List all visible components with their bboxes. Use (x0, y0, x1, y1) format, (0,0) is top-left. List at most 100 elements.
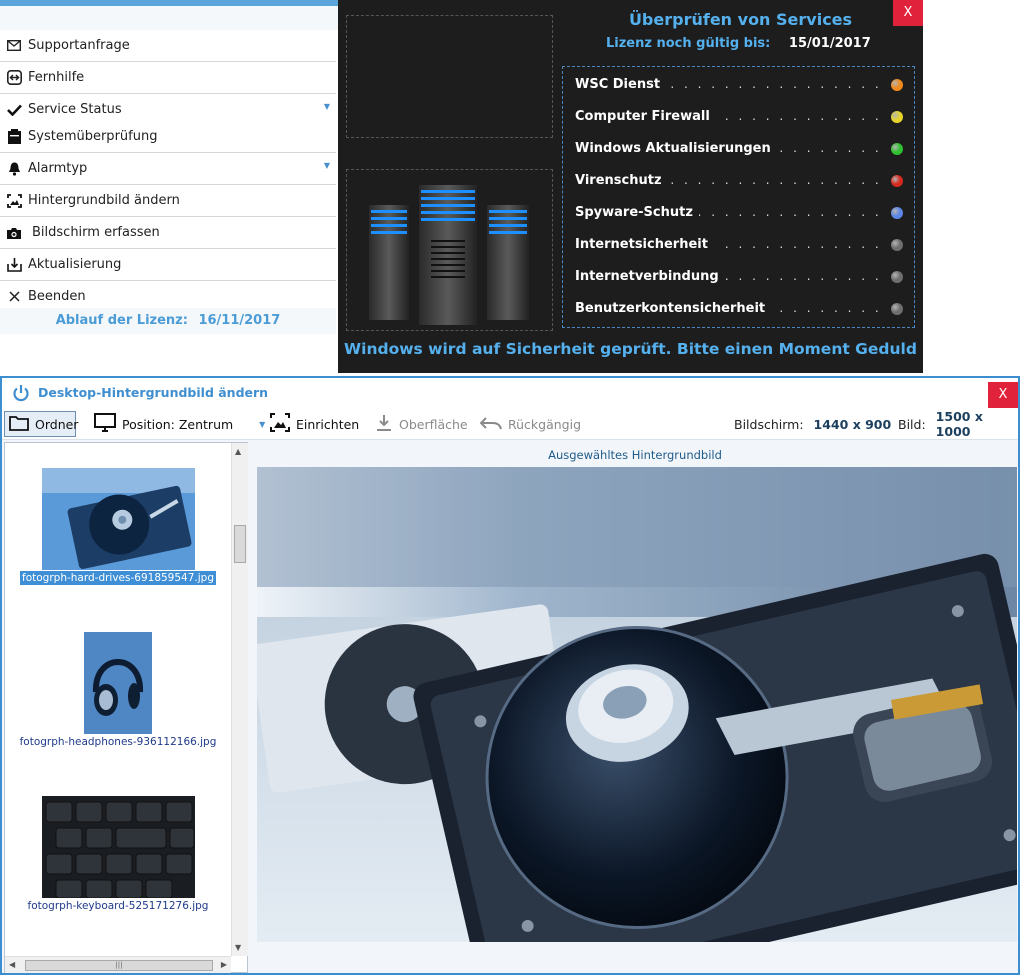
service-row-virus: Virenschutz . . . . . . . . . . . . . . … (575, 169, 905, 193)
menu-item-hintergrundbild[interactable]: Hintergrundbild ändern (0, 184, 336, 216)
status-led (891, 111, 903, 123)
checkmark-icon (0, 104, 28, 116)
toolbar: Ordner Position: Zentrum ▼ Einrichten Ob… (2, 408, 1018, 440)
service-name: WSC Dienst (575, 77, 667, 92)
status-led (891, 303, 903, 315)
folder-label: Ordner (35, 416, 79, 432)
license-expiry-date: 16/11/2017 (198, 313, 281, 328)
wallpaper-preview (257, 467, 1017, 942)
server-image-panel (346, 169, 553, 331)
status-led (891, 175, 903, 187)
service-list: WSC Dienst . . . . . . . . . . . . . . .… (562, 66, 915, 328)
menu-item-bildschirm-erfassen[interactable]: Bildschirm erfassen (0, 216, 336, 248)
position-dropdown[interactable]: Position: Zentrum ▼ (94, 411, 265, 437)
undo-label: Rückgängig (508, 416, 582, 432)
undo-button[interactable]: Rückgängig (479, 411, 582, 437)
license-expiry-label: Ablauf der Lizenz: (55, 313, 188, 328)
keyboard-thumbnail (41, 796, 195, 898)
menu-item-label: Fernhilfe (28, 70, 85, 85)
service-name: Windows Aktualisierungen (575, 141, 777, 156)
menu-item-alarmtyp[interactable]: Alarmtyp ▼ (0, 152, 336, 184)
menu-item-label: Beenden (28, 289, 86, 304)
status-message: Windows wird auf Sicherheit geprüft. Bit… (344, 340, 917, 358)
folder-icon (9, 415, 29, 434)
image-resolution: Bild: 1500 x 1000 (898, 409, 1018, 439)
image-resolution-value: 1500 x 1000 (935, 409, 983, 439)
chevron-down-icon: ▼ (323, 161, 330, 170)
tray-menu: Supportanfrage Fernhilfe Service Status … (0, 0, 338, 334)
headphones-thumbnail (84, 632, 152, 734)
service-name: Benutzerkontensicherheit (575, 301, 772, 316)
menu-item-aktualisierung[interactable]: Aktualisierung (0, 248, 336, 280)
screen-resolution-label: Bildschirm: (734, 416, 804, 432)
position-label: Position: Zentrum (122, 416, 234, 432)
menu-item-label: Aktualisierung (28, 257, 122, 272)
tray-menu-header-strip (0, 6, 338, 30)
chevron-down-icon: ▼ (259, 419, 266, 429)
service-name: Internetsicherheit (575, 237, 714, 252)
service-name: Virenschutz (575, 173, 668, 188)
menu-item-label: Systemüberprüfung (28, 128, 158, 144)
mail-icon (0, 39, 28, 51)
thumbnail-item[interactable]: fotogrph-headphones-936112166.jpg (5, 632, 231, 749)
scrollbar-thumb[interactable] (234, 525, 246, 563)
thumbnail-caption: fotogrph-hard-drives-691859547.jpg (20, 571, 216, 585)
fit-button[interactable]: Einrichten (270, 411, 359, 437)
menu-item-label: Bildschirm erfassen (32, 225, 160, 240)
hard-drive-thumbnail (41, 468, 195, 570)
thumbnail-item[interactable]: fotogrph-keyboard-525171276.jpg (5, 796, 231, 913)
service-row-updates: Windows Aktualisierungen . . . . . . . .… (575, 137, 905, 161)
menu-item-label: Supportanfrage (28, 37, 130, 53)
download-icon (375, 414, 393, 435)
service-name: Spyware-Schutz (575, 205, 699, 220)
license-validity-date: 15/01/2017 (788, 36, 871, 51)
camera-icon (0, 227, 28, 239)
screen-resolution-value: 1440 x 900 (813, 416, 892, 432)
license-validity: Lizenz noch gültig bis: 15/01/2017 (606, 36, 871, 51)
menu-item-label: Hintergrundbild ändern (28, 193, 180, 208)
thumbnail-caption: fotogrph-headphones-936112166.jpg (19, 736, 217, 748)
preview-caption: Ausgewähltes Hintergrundbild (548, 448, 722, 462)
service-check-title: Überprüfen von Services (628, 10, 853, 29)
menu-item-label: Alarmtyp (28, 161, 88, 176)
service-row-internet-connection: Internetverbindung . . . . . . . . . . .… (575, 265, 905, 289)
surface-button[interactable]: Oberfläche (375, 411, 468, 437)
image-resolution-label: Bild: (898, 416, 926, 432)
menu-item-label: Service Status (28, 102, 122, 117)
close-button[interactable]: X (988, 382, 1018, 408)
status-led (891, 207, 903, 219)
service-row-wsc: WSC Dienst . . . . . . . . . . . . . . .… (575, 73, 905, 97)
scroll-down-icon[interactable]: ▼ (235, 943, 241, 952)
undo-icon (479, 416, 502, 433)
bell-icon (0, 162, 28, 176)
license-expiry: Ablauf der Lizenz: 16/11/2017 (0, 308, 336, 334)
scroll-right-icon[interactable]: ▶ (221, 960, 227, 969)
folder-button[interactable]: Ordner (4, 411, 79, 437)
close-icon (0, 291, 28, 302)
thumbnail-caption: fotogrph-keyboard-525171276.jpg (27, 900, 209, 912)
status-led (891, 79, 903, 91)
power-icon (12, 384, 30, 406)
menu-item-fernhilfe[interactable]: Fernhilfe (0, 61, 336, 93)
service-row-user-accounts: Benutzerkontensicherheit . . . . . . . .… (575, 297, 905, 321)
download-icon (0, 257, 28, 272)
wallpaper-frame-icon (0, 193, 28, 208)
status-led (891, 143, 903, 155)
scrollbar-thumb[interactable]: ||| (25, 960, 213, 971)
menu-item-systemueberpruefung[interactable]: Systemüberprüfung (0, 120, 336, 152)
screen-resolution: Bildschirm: 1440 x 900 (734, 411, 891, 437)
menu-item-supportanfrage[interactable]: Supportanfrage (0, 29, 336, 61)
service-row-spyware: Spyware-Schutz . . . . . . . . . . . . .… (575, 201, 905, 225)
horizontal-scrollbar[interactable]: ◀ ||| ▶ (5, 956, 231, 973)
vertical-scrollbar[interactable]: ▲ ▼ (231, 443, 248, 956)
license-validity-label: Lizenz noch gültig bis: (606, 36, 771, 51)
title-bar: Desktop-Hintergrundbild ändern X (2, 378, 1018, 408)
service-check-window: X Überprüfen von Services Lizenz noch gü… (338, 0, 923, 373)
service-row-firewall: Computer Firewall . . . . . . . . . . . … (575, 105, 905, 129)
service-name: Computer Firewall (575, 109, 716, 124)
status-led (891, 239, 903, 251)
server-illustration (369, 185, 529, 325)
thumbnail-item[interactable]: fotogrph-hard-drives-691859547.jpg (5, 468, 231, 585)
scroll-left-icon[interactable]: ◀ (9, 960, 15, 969)
scroll-up-icon[interactable]: ▲ (235, 447, 241, 456)
